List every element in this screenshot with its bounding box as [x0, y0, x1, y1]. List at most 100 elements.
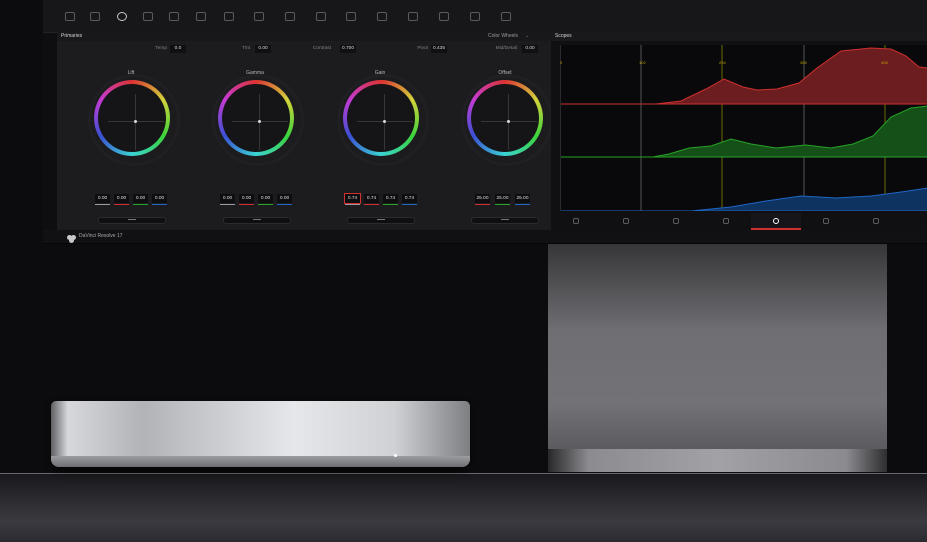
- scopes-header: Scopes: [551, 32, 927, 41]
- motion-effects-icon[interactable]: [169, 12, 179, 21]
- pivot-value[interactable]: 0.435: [431, 45, 447, 53]
- qualifier-icon[interactable]: [254, 12, 264, 21]
- offset-master-slider[interactable]: [471, 217, 539, 224]
- scale-label-408: 408: [881, 60, 888, 65]
- scale-label-306: 306: [800, 60, 807, 65]
- eyedropper-icon[interactable]: [285, 12, 295, 21]
- tab-cut[interactable]: [601, 213, 651, 228]
- offset-red-value[interactable]: 25.00: [475, 194, 490, 203]
- offset-green-underline: [495, 204, 510, 205]
- gain-y-underline: [345, 204, 360, 205]
- temp-label: Temp: [155, 46, 167, 51]
- scale-label-0: 0: [560, 60, 563, 65]
- pivot-label: Pivot: [417, 46, 428, 51]
- top-parameters-row: Temp 0.0 Tint 0.00 Contrast 0.700 Pivot …: [57, 44, 551, 56]
- window-icon[interactable]: [316, 12, 326, 21]
- davinci-logo-icon: [67, 235, 72, 240]
- magic-mask-icon[interactable]: [377, 12, 387, 21]
- gain-red-underline: [364, 204, 379, 205]
- curves-icon[interactable]: [196, 12, 206, 21]
- color-match-icon[interactable]: [90, 12, 100, 21]
- page-tabs: [551, 213, 927, 230]
- color-warper-icon[interactable]: [224, 12, 234, 21]
- gain-green-underline: [383, 204, 398, 205]
- lift-green-value[interactable]: 0.00: [133, 194, 148, 203]
- gamma-red-value[interactable]: 0.00: [239, 194, 254, 203]
- 3d-icon[interactable]: [501, 12, 511, 21]
- color-wheels-mode[interactable]: Color Wheels: [488, 32, 518, 41]
- contrast-value[interactable]: 0.700: [340, 45, 356, 53]
- offset-blue-underline: [515, 204, 530, 205]
- lift-color-wheel[interactable]: [88, 74, 180, 166]
- status-bar: DaVinci Resolve 17: [43, 230, 927, 243]
- rgb-mixer-icon[interactable]: [143, 12, 153, 21]
- mid-detail-value[interactable]: 0.00: [522, 45, 538, 53]
- key-icon[interactable]: [439, 12, 449, 21]
- chevron-down-icon[interactable]: ⌄: [525, 32, 529, 41]
- tracker-icon[interactable]: [346, 12, 356, 21]
- gamma-red-underline: [239, 204, 254, 205]
- app-name: DaVinci Resolve 17: [79, 233, 123, 239]
- tab-fusion[interactable]: [701, 213, 751, 228]
- offset-color-wheel[interactable]: [461, 74, 553, 166]
- lift-y-underline: [95, 204, 110, 205]
- gamma-y-value[interactable]: 0.00: [220, 194, 235, 203]
- gain-red-value[interactable]: 0.74: [364, 194, 379, 203]
- lift-green-underline: [133, 204, 148, 205]
- lift-y-value[interactable]: 0.00: [95, 194, 110, 203]
- cut-icon: [623, 218, 629, 224]
- rgb-parade-graph: [561, 45, 927, 212]
- rocket-icon: [873, 218, 879, 224]
- color-wheels-icon[interactable]: [117, 12, 127, 21]
- tab-deliver[interactable]: [851, 213, 901, 228]
- primaries-header: Primaries Color Wheels ⌄: [57, 32, 551, 41]
- blur-icon[interactable]: [408, 12, 418, 21]
- scale-label-204: 204: [719, 60, 726, 65]
- fusion-icon: [723, 218, 729, 224]
- primaries-panel: Primaries Color Wheels ⌄ Temp 0.0 Tint 0…: [57, 32, 553, 240]
- tab-edit[interactable]: [651, 213, 701, 228]
- gamma-blue-value[interactable]: 0.00: [277, 194, 292, 203]
- gain-y-value[interactable]: 0.74: [344, 193, 361, 204]
- primaries-title: Primaries: [61, 33, 83, 39]
- gamma-master-slider[interactable]: [223, 217, 291, 224]
- gamma-color-wheel[interactable]: [212, 74, 304, 166]
- media-icon: [573, 218, 579, 224]
- gamma-blue-underline: [277, 204, 292, 205]
- tint-label: Tint: [242, 46, 250, 51]
- scopes-panel: Scopes 0 102 204 306 408: [551, 32, 927, 243]
- color-icon: [773, 218, 779, 224]
- lift-blue-underline: [152, 204, 167, 205]
- offset-green-value[interactable]: 25.00: [495, 194, 510, 203]
- parade-scope: 0 102 204 306 408: [560, 45, 927, 212]
- tint-value[interactable]: 0.00: [255, 45, 271, 53]
- tab-fairlight[interactable]: [801, 213, 851, 228]
- lift-master-slider[interactable]: [98, 217, 166, 224]
- color-page-toolbar: [43, 0, 927, 33]
- tab-color[interactable]: [751, 213, 801, 230]
- edit-icon: [673, 218, 679, 224]
- lift-red-underline: [114, 204, 129, 205]
- contrast-label: Contrast: [312, 46, 331, 51]
- camera-raw-icon[interactable]: [65, 12, 75, 21]
- gamma-y-underline: [220, 204, 235, 205]
- tab-media[interactable]: [551, 213, 601, 228]
- offset-red-underline: [475, 204, 490, 205]
- gain-green-value[interactable]: 0.74: [383, 194, 398, 203]
- mid-detail-label: Mid/Detail: [495, 46, 517, 51]
- gain-master-slider[interactable]: [347, 217, 415, 224]
- desk-surface: [0, 473, 927, 542]
- resolve-screen: Primaries Color Wheels ⌄ Temp 0.0 Tint 0…: [43, 0, 927, 244]
- lift-red-value[interactable]: 0.00: [114, 194, 129, 203]
- music-note-icon: [823, 218, 829, 224]
- gain-color-wheel[interactable]: [337, 74, 429, 166]
- offset-blue-value[interactable]: 25.00: [515, 194, 530, 203]
- gamma-green-value[interactable]: 0.00: [258, 194, 273, 203]
- gain-blue-value[interactable]: 0.74: [402, 194, 417, 203]
- scale-label-102: 102: [639, 60, 646, 65]
- desk-edge: [0, 473, 927, 474]
- sizing-icon[interactable]: [470, 12, 480, 21]
- lift-blue-value[interactable]: 0.00: [152, 194, 167, 203]
- temp-value[interactable]: 0.0: [170, 45, 186, 53]
- power-led: [394, 454, 397, 457]
